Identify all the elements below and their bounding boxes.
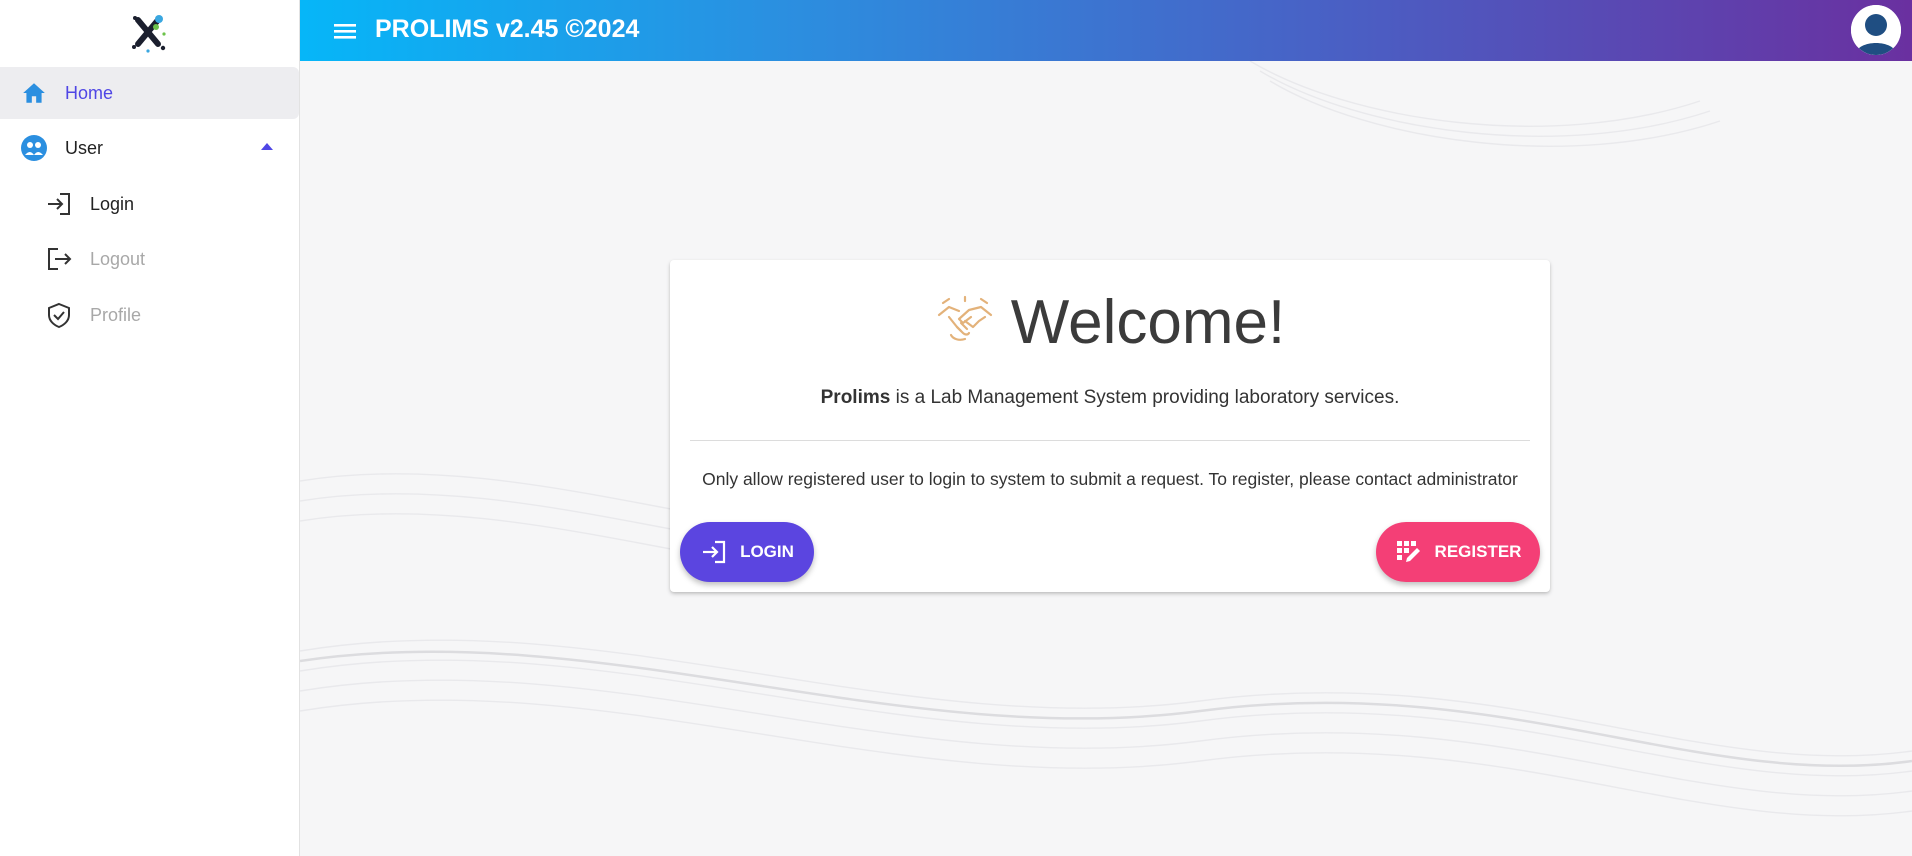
register-icon — [1395, 538, 1423, 566]
app-title: PROLIMS v2.45 ©2024 — [375, 15, 640, 43]
sidebar-item-label: Login — [90, 193, 135, 214]
login-button-label: LOGIN — [740, 542, 794, 561]
register-button[interactable]: REGISTER — [1376, 522, 1540, 582]
sidebar-item-user[interactable]: User — [0, 122, 299, 174]
sidebar-item-label: Logout — [90, 248, 146, 269]
brand-name: Prolims — [820, 387, 891, 408]
user-group-icon — [20, 134, 48, 162]
login-button[interactable]: LOGIN — [680, 522, 814, 582]
avatar[interactable] — [1851, 5, 1901, 55]
registration-note: Only allow registered user to login to s… — [702, 469, 1518, 489]
sidebar-item-home[interactable]: Home — [0, 67, 299, 119]
shield-check-icon — [45, 301, 73, 329]
welcome-header: Welcome! — [670, 288, 1550, 358]
sidebar-item-profile[interactable]: Profile — [0, 289, 299, 341]
main-content: Welcome! Prolims is a Lab Management Sys… — [300, 61, 1912, 856]
sidebar-item-label: User — [65, 137, 104, 158]
sidebar-item-label: Home — [65, 82, 114, 103]
sidebar-item-logout[interactable]: Logout — [0, 233, 299, 285]
app-logo — [126, 10, 170, 54]
welcome-card: Welcome! Prolims is a Lab Management Sys… — [670, 260, 1550, 592]
top-bar: PROLIMS v2.45 ©2024 — [300, 0, 1912, 61]
menu-icon[interactable] — [330, 16, 360, 46]
sidebar-item-login[interactable]: Login — [0, 178, 299, 230]
sidebar-item-label: Profile — [90, 304, 142, 325]
welcome-title: Welcome! — [1010, 288, 1286, 357]
description-text: is a Lab Management System providing lab… — [890, 387, 1400, 408]
sidebar: Home User Login Logout Profile — [0, 0, 300, 856]
logout-icon — [45, 245, 73, 273]
handshake-icon — [935, 295, 995, 352]
divider — [690, 440, 1530, 441]
login-icon — [45, 190, 73, 218]
register-button-label: REGISTER — [1434, 542, 1522, 561]
login-icon — [700, 538, 728, 566]
home-icon — [20, 79, 48, 107]
app-description: Prolims is a Lab Management System provi… — [670, 387, 1550, 409]
chevron-up-icon[interactable] — [261, 143, 273, 150]
